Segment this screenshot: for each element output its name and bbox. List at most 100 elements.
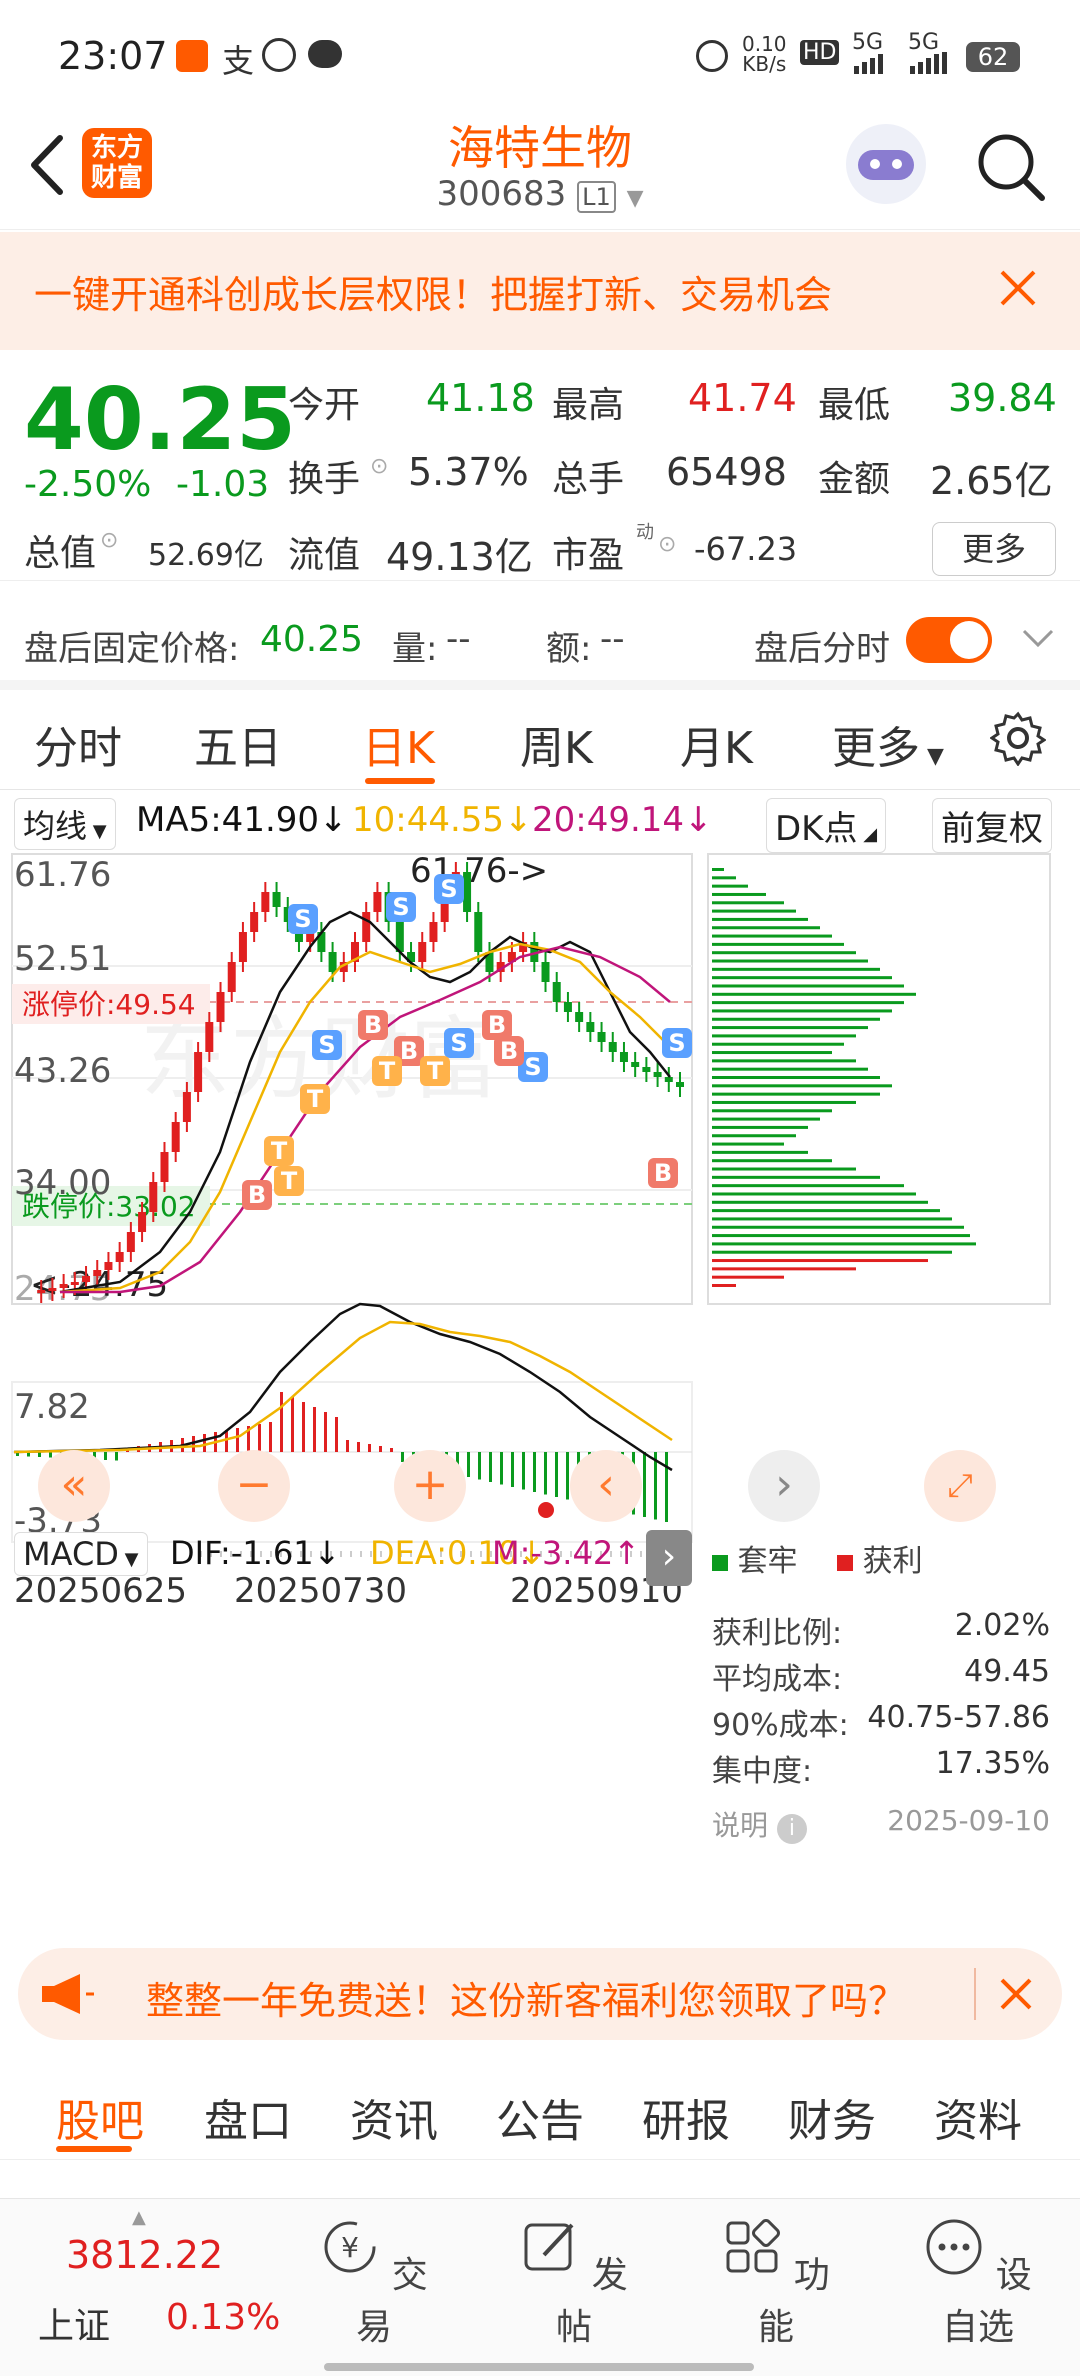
candle-body bbox=[608, 1042, 617, 1052]
macd-selector[interactable]: MACD ▼ bbox=[14, 1532, 148, 1576]
chips-legend: 套牢 获利 bbox=[712, 1536, 923, 1580]
tab-more-label: 更多 bbox=[832, 723, 920, 774]
index-ticker[interactable]: ▲ 3812.22 上证 0.13% bbox=[0, 2199, 290, 2376]
chip-bar bbox=[712, 884, 748, 888]
search-icon[interactable] bbox=[974, 130, 1048, 208]
chip-bar bbox=[712, 901, 784, 905]
nav-post[interactable]: 发帖 bbox=[504, 2217, 644, 2350]
volume-value: 65498 bbox=[666, 450, 787, 494]
chip-bar bbox=[712, 1250, 952, 1254]
candle-body bbox=[261, 892, 270, 912]
zoom-in-button[interactable]: + bbox=[394, 1450, 466, 1522]
tab-weekly-k[interactable]: 周K bbox=[520, 712, 593, 776]
nav-trade[interactable]: ¥ 交易 bbox=[304, 2217, 444, 2350]
more-button[interactable]: 更多 bbox=[932, 522, 1056, 576]
macd-next-button[interactable]: › bbox=[646, 1530, 692, 1586]
chip-bar bbox=[712, 1092, 880, 1096]
macd-bars-group bbox=[16, 1392, 668, 1522]
tab-daily-k[interactable]: 日K bbox=[362, 712, 435, 776]
chip-bar bbox=[712, 1051, 832, 1055]
y-label: 61.76 bbox=[14, 855, 111, 895]
ma-selector[interactable]: 均线 ▼ bbox=[14, 798, 116, 850]
zoom-out-button[interactable]: − bbox=[218, 1450, 290, 1522]
amount-value: 2.65亿 bbox=[930, 459, 1053, 503]
tab-research[interactable]: 研报 bbox=[642, 2085, 730, 2149]
concentration-value: 17.35% bbox=[935, 1746, 1050, 1781]
battery-icon: 62 bbox=[966, 42, 1020, 72]
tab-more[interactable]: 更多 ▼ bbox=[832, 712, 944, 776]
price-adjust-button[interactable]: 前复权 bbox=[932, 798, 1052, 853]
stock-code-row[interactable]: 300683 L1 ▼ bbox=[340, 174, 740, 214]
chevron-down-icon[interactable] bbox=[1020, 623, 1056, 657]
trade-icon: ¥ bbox=[324, 2221, 376, 2273]
more-dots-icon bbox=[926, 2219, 982, 2275]
candle-body bbox=[182, 1092, 191, 1122]
chip-bar bbox=[712, 1100, 856, 1104]
candle-body bbox=[104, 1262, 113, 1270]
avg-cost-value: 49.45 bbox=[964, 1654, 1050, 1689]
close-icon[interactable] bbox=[998, 268, 1038, 312]
nav-functions[interactable]: 功能 bbox=[706, 2217, 846, 2350]
stock-name: 海特生物 bbox=[448, 121, 632, 175]
tab-announcements[interactable]: 公告 bbox=[496, 2085, 584, 2149]
expand-icon[interactable]: ⤢ bbox=[924, 1450, 996, 1522]
candle-body bbox=[48, 1288, 57, 1291]
tab-orderbook[interactable]: 盘口 bbox=[204, 2085, 292, 2149]
ma5-value: MA5:41.90↓ bbox=[136, 800, 348, 840]
after-hours-amt-label: 额: bbox=[546, 629, 592, 669]
back-icon[interactable] bbox=[22, 130, 72, 204]
after-hours-vol: -- bbox=[446, 619, 471, 659]
tab-guba[interactable]: 股吧 bbox=[56, 2085, 144, 2149]
close-icon[interactable] bbox=[998, 1976, 1034, 2016]
chip-bar bbox=[712, 1259, 928, 1263]
chip-bar bbox=[712, 917, 808, 921]
promo-banner-bottom[interactable]: 整整一年免费送！这份新客福利您领取了吗？ bbox=[18, 1948, 1062, 2040]
after-hours-toggle[interactable] bbox=[906, 617, 992, 663]
macd-bar bbox=[115, 1452, 118, 1461]
tab-finance[interactable]: 财务 bbox=[788, 2085, 876, 2149]
buy-marker-text: B bbox=[500, 1037, 518, 1065]
sell-marker-text: S bbox=[524, 1053, 541, 1081]
chip-bar bbox=[712, 1225, 964, 1229]
scroll-left-button[interactable]: ‹ bbox=[570, 1450, 642, 1522]
candle-body bbox=[642, 1067, 651, 1072]
tab-profile[interactable]: 资料 bbox=[934, 2085, 1022, 2149]
macd-bar bbox=[346, 1440, 349, 1452]
chip-bar bbox=[712, 1042, 844, 1046]
chip-bar bbox=[712, 876, 736, 880]
macd-bar bbox=[500, 1452, 503, 1485]
pe-label: 市盈 bbox=[552, 535, 625, 576]
candle-body bbox=[619, 1052, 628, 1062]
dk-point-button[interactable]: DK点 ◢ bbox=[766, 798, 887, 853]
chip-bar bbox=[712, 1167, 856, 1171]
app-logo: 东方 财富 bbox=[82, 128, 152, 198]
scroll-left-fast-button[interactable]: « bbox=[38, 1450, 110, 1522]
chip-bar bbox=[712, 1184, 904, 1188]
chip-bar bbox=[712, 959, 868, 963]
index-name: 上证 bbox=[38, 2306, 111, 2347]
functions-grid-icon bbox=[726, 2219, 781, 2273]
ma20-value: 20:49.14↓ bbox=[532, 800, 713, 840]
tab-news[interactable]: 资讯 bbox=[350, 2085, 438, 2149]
chips-next-button[interactable]: › bbox=[748, 1450, 820, 1522]
candle-body bbox=[272, 892, 281, 907]
tab-intraday[interactable]: 分时 bbox=[34, 712, 122, 776]
chip-bar bbox=[712, 984, 904, 988]
chip-bar bbox=[712, 1017, 880, 1021]
level-badge: L1 bbox=[577, 181, 616, 213]
settings-gear-icon[interactable] bbox=[989, 710, 1047, 770]
chip-bar bbox=[712, 892, 766, 896]
candle-body bbox=[563, 1002, 572, 1012]
tab-five-day[interactable]: 五日 bbox=[194, 712, 282, 776]
legend-profit-swatch bbox=[837, 1555, 854, 1571]
period-tabs: 分时 五日 日K 周K 月K 更多 ▼ bbox=[0, 690, 1080, 790]
tab-monthly-k[interactable]: 月K bbox=[680, 712, 753, 776]
note-link[interactable]: 说明 i bbox=[712, 1804, 807, 1844]
robot-assistant-icon[interactable] bbox=[846, 124, 926, 204]
signal-bars-2-icon bbox=[908, 52, 952, 78]
candle-body bbox=[575, 1012, 584, 1022]
nav-add-watchlist[interactable]: 设自选 bbox=[908, 2217, 1048, 2350]
promo-banner-top[interactable]: 一键开通科创成长层权限！把握打新、交易机会 bbox=[0, 232, 1080, 350]
macd-bar bbox=[302, 1402, 305, 1452]
dif-line bbox=[13, 1302, 673, 1472]
